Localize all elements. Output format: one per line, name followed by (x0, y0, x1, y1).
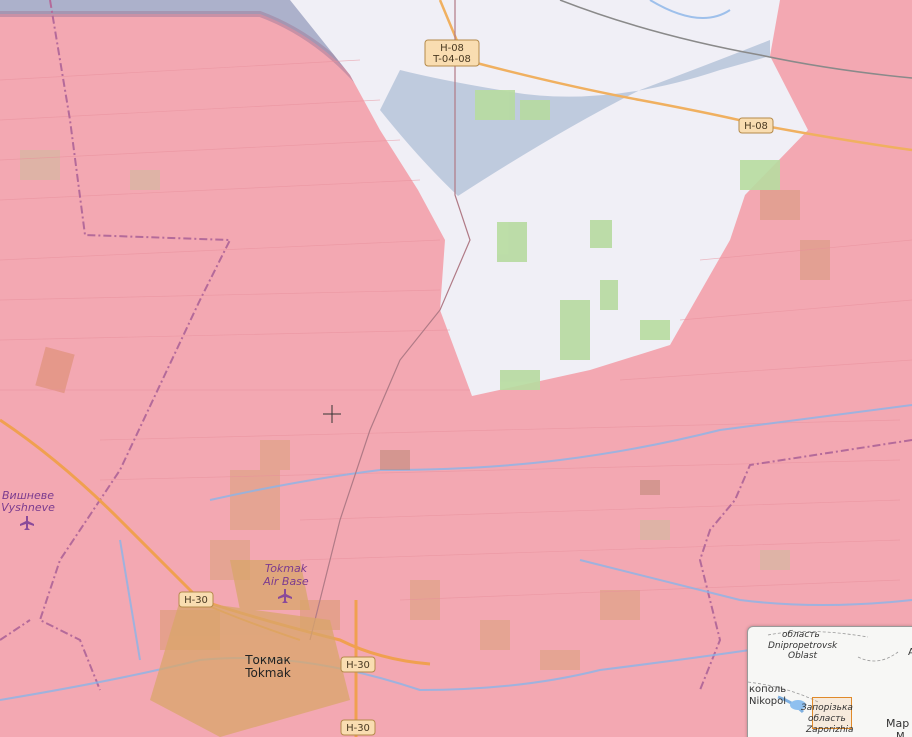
road-shield-h30-mid: H-30 (340, 656, 376, 673)
svg-text:T-04-08: T-04-08 (432, 54, 471, 65)
crosshair-icon (323, 405, 341, 423)
minimap-dnipro-line1: Dnipropetrovsk (768, 641, 838, 651)
airbase-label-line2: Air Base (262, 575, 309, 588)
svg-text:H-08: H-08 (744, 121, 768, 132)
minimap-corner-a: А (908, 647, 912, 658)
minimap-dnipro-line2: Oblast (788, 651, 818, 661)
road-shield-h30-bottom: H-30 (340, 719, 376, 736)
minimap-zap-line2: область (808, 714, 846, 724)
svg-text:H-08: H-08 (440, 43, 464, 54)
svg-text:H-30: H-30 (346, 723, 370, 734)
minimap-nikopol-lat: Nikopol (749, 696, 787, 707)
vyshneve-label-lat: Vyshneve (1, 501, 55, 514)
tokmak-town-label: Токмак Tokmak (244, 653, 291, 680)
airbase-label-line1: Tokmak (265, 562, 308, 575)
minimap-oblast-top: область (782, 630, 820, 640)
minimap-corner-m: М (896, 731, 905, 737)
svg-text:Tokmak: Tokmak (244, 666, 291, 680)
minimap-mar: Мар (886, 717, 910, 730)
minimap-zap-line1: Запорізька (801, 703, 853, 713)
svg-text:H-30: H-30 (184, 595, 208, 606)
minimap[interactable]: область Dnipropetrovsk Oblast кополь Nik… (747, 626, 912, 737)
minimap-nikopol-cyr: кополь (749, 684, 787, 695)
minimap-zap-line3: Zaporizhia (806, 725, 854, 735)
svg-text:H-30: H-30 (346, 660, 370, 671)
road-shield-h30-left: H-30 (178, 591, 214, 608)
road-shield-h08-right: H-08 (738, 117, 774, 134)
svg-text:Токмак: Токмак (244, 653, 291, 667)
map-view[interactable]: H-08 T-04-08 H-08 H-30 H-30 H-30 Вишневе… (0, 0, 912, 737)
road-shield-h08-top: H-08 T-04-08 (424, 39, 480, 67)
